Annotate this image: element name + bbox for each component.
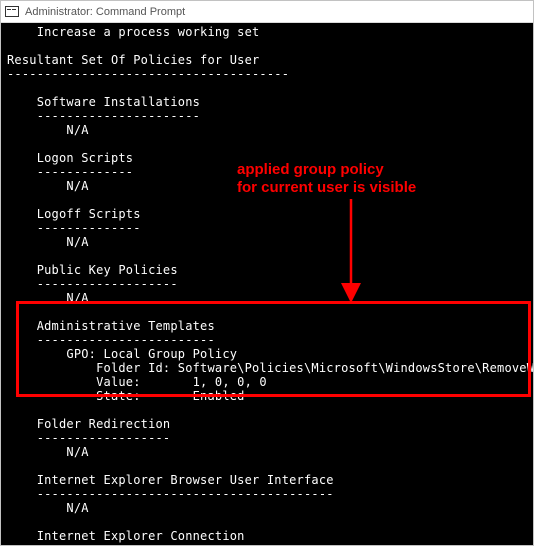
cmd-window: Administrator: Command Prompt Increase a… xyxy=(0,0,534,546)
terminal-output[interactable]: Increase a process working set Resultant… xyxy=(1,23,533,545)
window-title: Administrator: Command Prompt xyxy=(25,6,185,18)
cmd-icon xyxy=(5,6,19,17)
titlebar[interactable]: Administrator: Command Prompt xyxy=(1,1,533,23)
